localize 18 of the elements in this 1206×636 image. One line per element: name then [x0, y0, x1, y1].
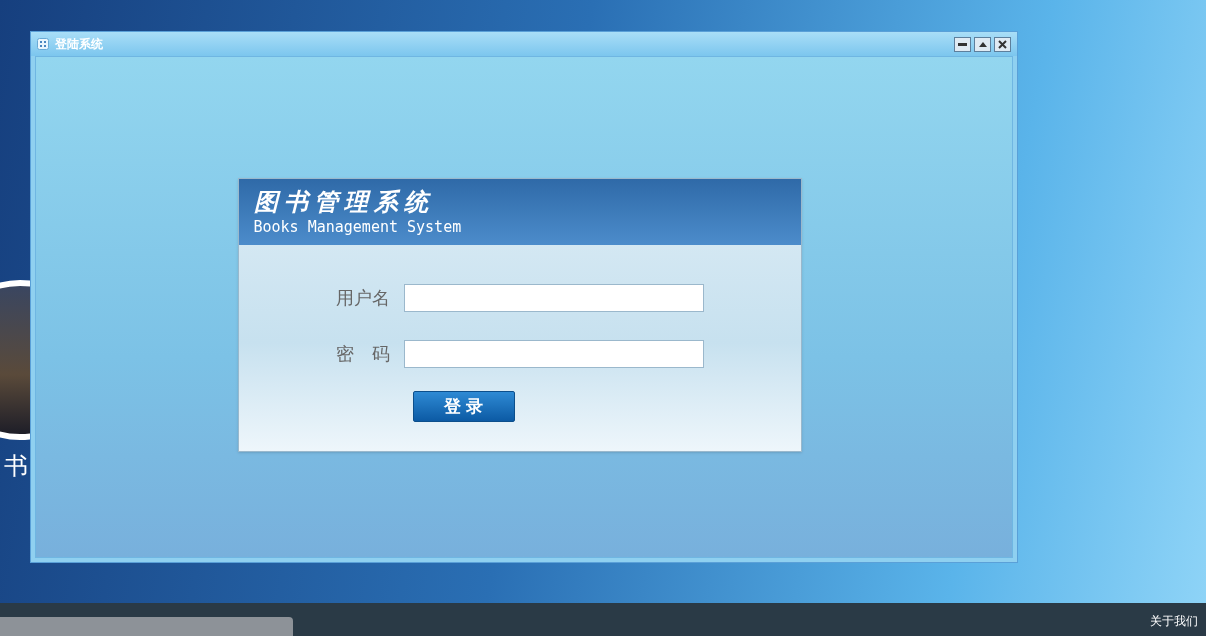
close-button[interactable]	[994, 36, 1011, 52]
desktop-icon-label: 书	[4, 454, 28, 478]
maximize-button[interactable]	[974, 36, 991, 52]
about-link[interactable]: 关于我们	[1150, 612, 1198, 630]
field-label: 用户名	[335, 286, 391, 310]
minimize-icon	[958, 42, 967, 46]
login-button[interactable]: 登 录	[412, 391, 515, 422]
minimize-button[interactable]	[954, 36, 971, 52]
input-field[interactable]	[403, 340, 704, 368]
input-field[interactable]	[403, 284, 704, 312]
field-label: 密 码	[335, 342, 391, 366]
triangle-up-icon	[978, 41, 987, 47]
system-title: 图书管理系统	[253, 187, 435, 217]
desktop-icon-photo[interactable]	[0, 280, 30, 440]
system-subtitle: Books Management System	[253, 217, 463, 237]
window-title: 登陆系统	[55, 36, 103, 53]
window-app-icon	[37, 38, 49, 50]
close-icon	[998, 39, 1007, 49]
